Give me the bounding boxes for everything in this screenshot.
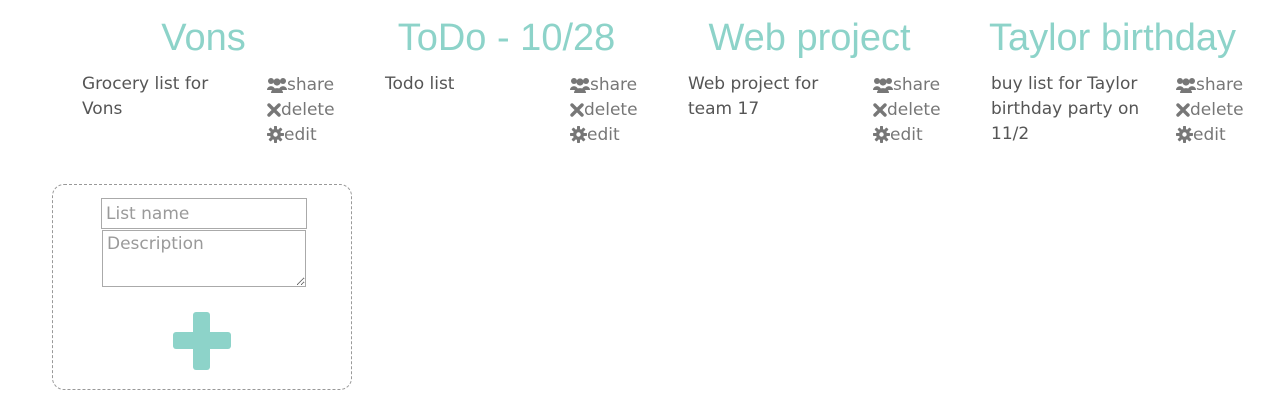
new-list-form [52, 184, 352, 390]
list-description: Grocery list for Vons [82, 74, 209, 119]
list-name-input[interactable] [101, 198, 307, 229]
list-actions: share delete edit [1176, 72, 1266, 147]
share-button[interactable]: share [873, 72, 963, 97]
gear-icon [267, 126, 284, 143]
x-icon [570, 102, 584, 117]
gear-icon [1176, 126, 1193, 143]
list-actions: share delete edit [873, 72, 963, 147]
edit-button[interactable]: edit [873, 122, 963, 147]
gear-icon [570, 126, 587, 143]
list-card: ToDo - 10/28 Todo list share delete edit [355, 0, 658, 160]
users-icon [267, 78, 287, 93]
edit-label: edit [1193, 124, 1226, 145]
delete-label: delete [584, 99, 638, 120]
share-button[interactable]: share [267, 72, 357, 97]
list-title[interactable]: Web project [658, 16, 961, 60]
share-label: share [590, 74, 638, 95]
share-button[interactable]: share [570, 72, 660, 97]
edit-label: edit [284, 124, 317, 145]
edit-label: edit [890, 124, 923, 145]
delete-label: delete [1190, 99, 1244, 120]
x-icon [873, 102, 887, 117]
list-title[interactable]: Vons [52, 16, 355, 60]
x-icon [1176, 102, 1190, 117]
users-icon [873, 78, 893, 93]
add-list-button[interactable] [172, 311, 232, 371]
gear-icon [873, 126, 890, 143]
delete-button[interactable]: delete [1176, 97, 1266, 122]
list-description: buy list for Taylor birthday party on 11… [991, 74, 1140, 144]
x-icon [267, 102, 281, 117]
list-title[interactable]: ToDo - 10/28 [355, 16, 658, 60]
list-description-input[interactable] [102, 230, 306, 287]
delete-button[interactable]: delete [267, 97, 357, 122]
share-label: share [893, 74, 941, 95]
list-card: Taylor birthday buy list for Taylor birt… [961, 0, 1264, 160]
edit-label: edit [587, 124, 620, 145]
share-label: share [287, 74, 335, 95]
edit-button[interactable]: edit [1176, 122, 1266, 147]
list-title[interactable]: Taylor birthday [961, 16, 1264, 60]
list-card: Web project Web project for team 17 shar… [658, 0, 961, 160]
list-actions: share delete edit [267, 72, 357, 147]
delete-label: delete [281, 99, 335, 120]
users-icon [1176, 78, 1196, 93]
list-description: Web project for team 17 [688, 74, 819, 119]
share-button[interactable]: share [1176, 72, 1266, 97]
list-actions: share delete edit [570, 72, 660, 147]
edit-button[interactable]: edit [570, 122, 660, 147]
delete-button[interactable]: delete [873, 97, 963, 122]
list-description: Todo list [385, 74, 455, 94]
list-card: Vons Grocery list for Vons share delete … [52, 0, 355, 160]
users-icon [570, 78, 590, 93]
delete-label: delete [887, 99, 941, 120]
share-label: share [1196, 74, 1244, 95]
delete-button[interactable]: delete [570, 97, 660, 122]
edit-button[interactable]: edit [267, 122, 357, 147]
plus-icon [173, 312, 231, 370]
